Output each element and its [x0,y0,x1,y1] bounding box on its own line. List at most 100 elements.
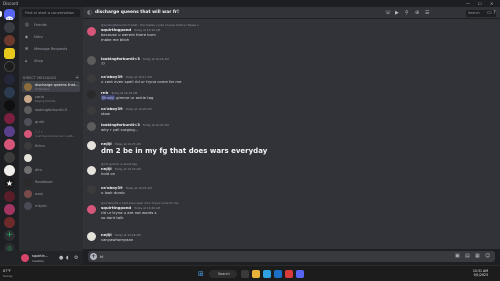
headphones-icon[interactable]: ◖ [66,255,69,261]
server-icon-15[interactable] [4,217,15,228]
clock-date: 9/1/2023 [473,273,488,277]
task-view-icon[interactable] [241,270,249,278]
emoji-icon[interactable]: ☺ [485,253,490,259]
selected-indicator [0,11,2,17]
find-conversation-input[interactable]: Find or start a conversation [22,9,80,17]
store-icon[interactable] [274,270,282,278]
nav-friends[interactable]: ☺ Friends [22,21,80,29]
avatar[interactable] [87,122,96,131]
server-rail: ★ + ◎ [0,7,19,265]
user-avatar[interactable] [21,254,29,262]
taskbar-clock[interactable]: 10:31 AM 9/1/2023 [466,269,488,277]
message-timestamp: Today at 10:16 AM [142,57,169,61]
avatar[interactable] [87,185,96,194]
video-call-icon[interactable]: ▶ [395,10,399,16]
server-icon-8[interactable] [4,113,15,124]
server-icon-2[interactable] [4,35,15,46]
group-dm-icon: ◐ [87,9,93,16]
server-icon-4[interactable] [4,61,15,72]
nav-shop[interactable]: ⌂ Shop [22,57,80,65]
message-text: u cant even spell rid ur tryna come for … [101,79,182,84]
dm-item[interactable]: fickm [22,140,80,151]
avatar[interactable] [87,232,96,241]
taskbar-search[interactable]: Search [209,270,237,278]
author-name[interactable]: lookingforkurdi<3 [101,56,140,61]
message-input[interactable]: hi [100,254,103,259]
dm-item[interactable]: ozzy [22,188,80,199]
message-composer[interactable]: + hi ▣ ▤ ▦ ☺ [88,251,495,262]
member-list-icon[interactable]: ☰ [425,10,429,16]
dm-name: ozzy [35,191,44,196]
start-button-icon[interactable]: ⊞ [198,270,206,278]
dm-item[interactable]: carla Playing Fortnite [22,93,80,104]
message-author[interactable]: lookingforkurdi<3 Today at 10:16 AM [101,56,169,61]
nav-message-requests[interactable]: ✉ Message Requests [22,45,80,53]
file-explorer-icon[interactable] [252,270,260,278]
inbox-icon[interactable]: ▭ [487,10,492,16]
server-icon-7[interactable] [4,100,15,111]
avatar[interactable] [87,141,96,150]
server-icon-1[interactable] [4,22,15,33]
dm-item[interactable] [22,152,80,163]
discord-taskbar-icon[interactable] [296,270,304,278]
user-status: Invisible [32,258,44,263]
nav-friends-label: Friends [34,23,47,27]
edge-icon[interactable] [263,270,271,278]
help-icon[interactable]: ? [493,10,496,16]
dm-item[interactable]: rntydn [22,200,80,211]
channel-title: discharge queens that will war fr! [95,9,179,15]
avatar[interactable] [87,27,96,36]
pinned-messages-icon[interactable]: ⚲ [405,10,409,16]
avatar [24,106,32,114]
server-icon-14[interactable] [4,204,15,215]
weather-temp[interactable]: 67°F [3,269,11,273]
voice-call-icon[interactable]: ☏ [385,10,391,16]
dm-item[interactable]: discharge queens that... 9 Members [22,81,80,92]
server-icon-9[interactable] [4,126,15,137]
dm-item[interactable]: ditu [22,164,80,175]
server-icon-5[interactable] [4,74,15,85]
dm-item[interactable]: lookingforkurdi<3 [22,104,80,115]
gift-icon[interactable]: ▣ [455,253,460,259]
app-icon-red[interactable] [285,270,293,278]
sticker-icon[interactable]: ▦ [475,253,480,259]
dm-item[interactable]: gruki [22,116,80,127]
server-icon-13[interactable] [4,191,15,202]
add-server-icon[interactable]: + [4,230,15,241]
avatar[interactable] [87,56,96,65]
author-name[interactable]: nnJiji [101,141,112,146]
avatar[interactable] [87,166,96,175]
server-icon-6[interactable] [4,87,15,98]
windows-taskbar: 67°F Sunny ⊞ Search 10:31 AM 9/1/2023 [0,265,500,281]
home-button[interactable] [4,9,15,20]
message-author[interactable]: nnJiji Today at 10:25 AM [101,141,141,146]
gif-icon[interactable]: ▤ [465,253,470,259]
dm-item[interactable]: floodlover [22,176,80,187]
avatar[interactable] [87,205,96,214]
message-requests-icon: ✉ [25,46,29,51]
settings-gear-icon[interactable]: ⚙ [74,255,78,261]
nav-nitro[interactable]: ◈ Nitro [22,33,80,41]
message-timestamp: Today at 10:25 AM [114,142,141,146]
message-timestamp: Today at 10:25 AM [125,186,152,190]
window-titlebar: Discord — ☐ ✕ [0,0,500,7]
avatar[interactable] [87,90,96,99]
maximize-button[interactable]: ☐ [478,0,482,7]
message-text: @nnJiji gimme ur ankle tag [101,95,153,100]
dm-item[interactable]: ﾉ ﾉ ﾉ i just found a love cuz i cantt... [22,128,80,139]
attach-plus-button[interactable]: + [90,253,97,260]
server-icon-11[interactable] [4,152,15,163]
minimize-button[interactable]: — [466,0,470,7]
message-text: so dont talk [101,215,124,220]
add-friends-icon[interactable]: ⊕ [415,10,419,16]
close-button[interactable]: ✕ [490,0,493,7]
microphone-icon[interactable]: ● [59,255,63,261]
server-icon-3[interactable] [4,48,15,59]
star-server-icon[interactable]: ★ [4,178,15,189]
message-text: why r yall surging... [101,127,139,132]
user-mention[interactable]: @nnJiji [101,95,115,100]
avatar[interactable] [87,74,96,83]
server-icon-12[interactable] [4,165,15,176]
avatar[interactable] [87,106,96,115]
server-icon-10[interactable] [4,139,15,150]
